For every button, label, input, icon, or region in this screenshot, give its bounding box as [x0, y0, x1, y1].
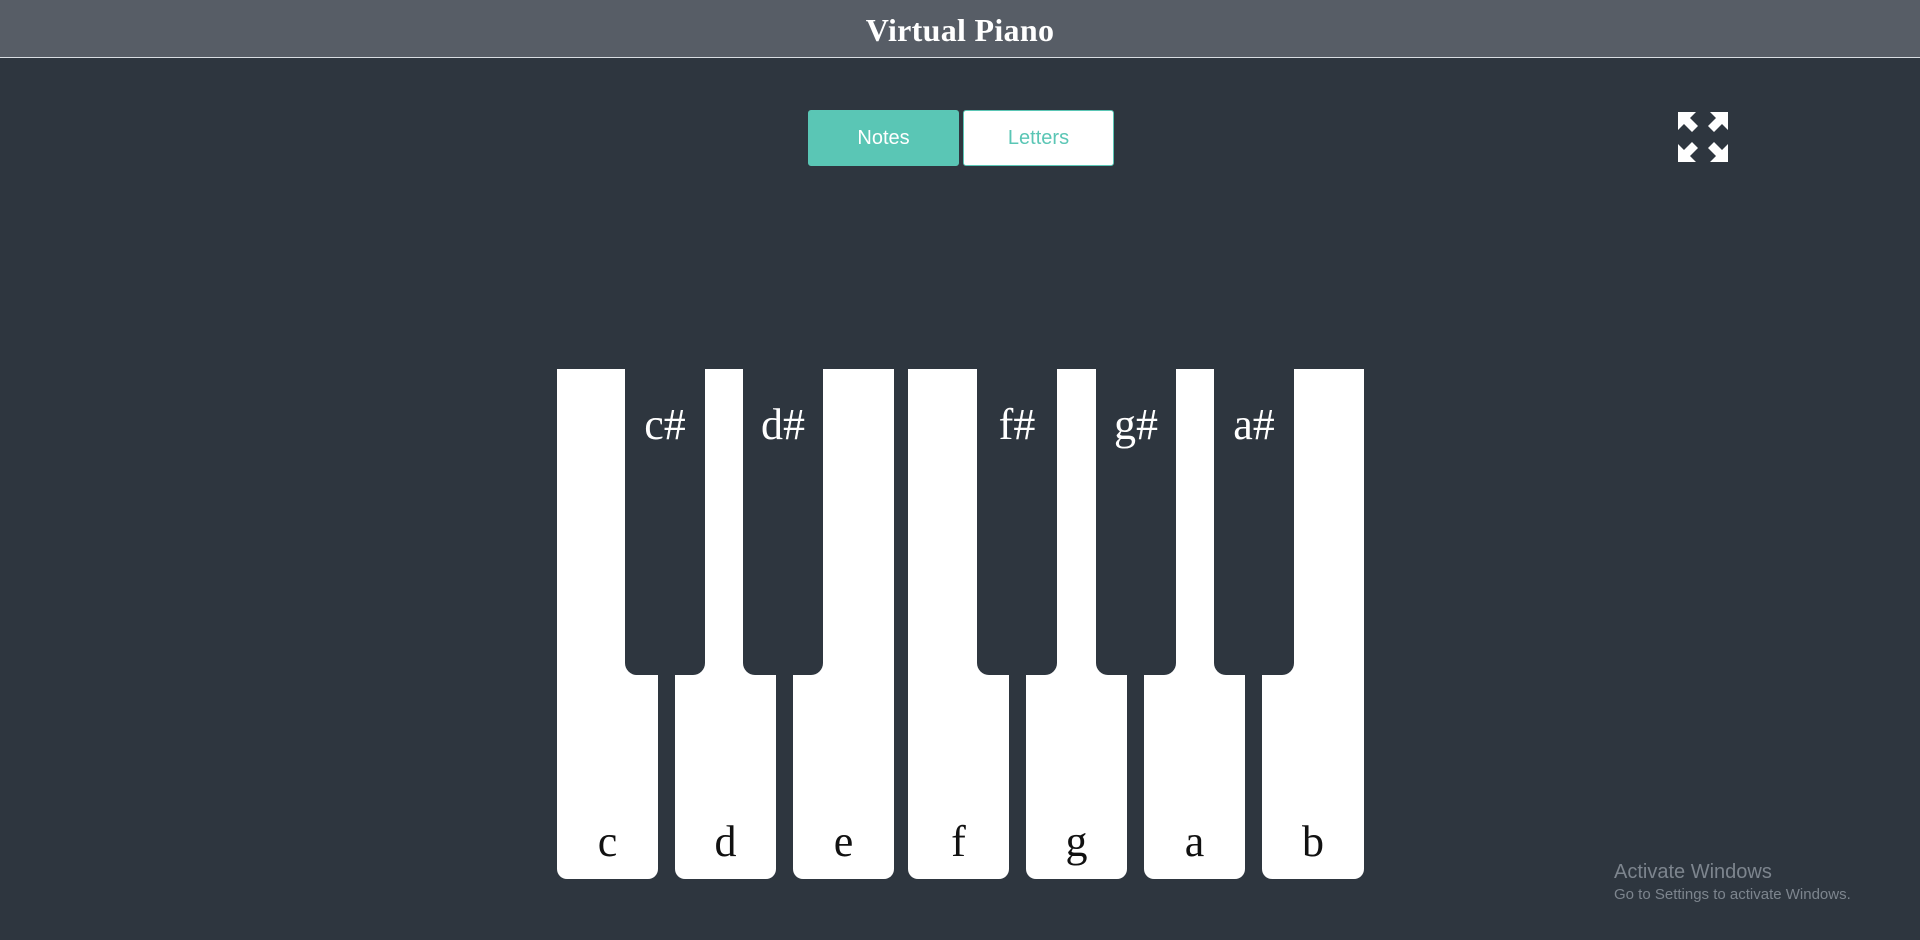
- app-title: Virtual Piano: [865, 12, 1055, 48]
- black-key-label: a#: [1233, 400, 1275, 449]
- white-key-label: c: [597, 817, 618, 866]
- watermark-subtitle: Go to Settings to activate Windows.: [1614, 886, 1851, 903]
- white-key-label: g: [1065, 817, 1088, 866]
- black-key-label: g#: [1114, 400, 1158, 449]
- fullscreen-button[interactable]: [1676, 110, 1730, 164]
- black-key-c-sharp[interactable]: c#: [625, 369, 705, 675]
- black-key-d-sharp[interactable]: d#: [743, 369, 823, 675]
- notes-mode-button[interactable]: Notes: [808, 110, 959, 166]
- white-key-label: b: [1302, 817, 1324, 866]
- black-key-f-sharp[interactable]: f#: [977, 369, 1057, 675]
- app-header: Virtual Piano: [0, 0, 1920, 58]
- watermark-title: Activate Windows: [1614, 861, 1772, 883]
- mode-toggle: Notes Letters: [808, 110, 1114, 166]
- piano-keyboard: c d e f g a b c# d# f# g# a#: [557, 369, 1364, 879]
- activate-windows-watermark: Activate Windows Go to Settings to activ…: [1614, 860, 1851, 906]
- white-key-label: e: [833, 817, 854, 866]
- white-key-label: a: [1184, 817, 1205, 866]
- black-key-a-sharp[interactable]: a#: [1214, 369, 1294, 675]
- black-key-g-sharp[interactable]: g#: [1096, 369, 1176, 675]
- black-key-label: d#: [761, 400, 805, 449]
- black-key-label: f#: [998, 400, 1036, 449]
- white-key-label: f: [951, 817, 966, 866]
- white-key-label: d: [714, 817, 737, 866]
- letters-mode-button[interactable]: Letters: [963, 110, 1114, 166]
- black-key-label: c#: [644, 400, 686, 449]
- expand-arrows-icon: [1678, 112, 1728, 162]
